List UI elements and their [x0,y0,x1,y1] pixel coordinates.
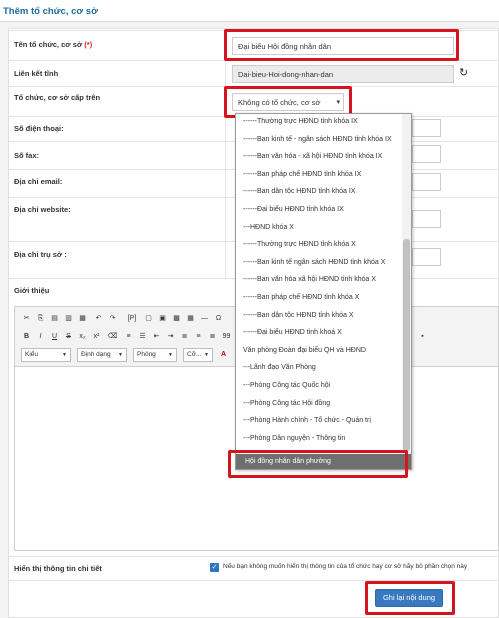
address-label: Địa chỉ trụ sở : [14,250,67,259]
dropdown-item[interactable]: ---HĐND khóa X [243,224,294,231]
dropdown-item[interactable]: ------Ban dân tộc HĐND tỉnh khóa X [243,312,353,319]
column-divider [225,30,226,278]
bullet-list-icon[interactable]: ☰ [137,331,148,342]
source-icon[interactable]: [P] [125,313,139,324]
dropdown-item[interactable]: Văn phòng Đoàn đại biểu QH và HĐND [243,347,366,354]
dropdown-item[interactable]: ------Ban pháp chế HĐND tỉnh khóa X [243,294,359,301]
undo-icon[interactable]: ↶ [93,313,104,324]
superscript-button[interactable]: x² [91,331,102,342]
dropdown-item[interactable]: ------Đại biểu HĐND tỉnh khoá X [243,329,342,336]
detail-checkbox[interactable]: ✓ [210,563,219,572]
dropdown-item[interactable]: ---Phòng Công tác Quốc hội [243,382,330,389]
hr-icon[interactable]: — [199,313,210,324]
special-char-icon[interactable]: Ω [213,313,224,324]
paste-word-icon[interactable]: ▦ [77,313,88,324]
media-icon[interactable]: ▩ [171,313,182,324]
dropdown-item[interactable]: ------Thường trực HĐND tỉnh khóa IX [243,118,358,125]
parent-label: Tổ chức, cơ sở cấp trên [14,93,101,102]
font-combo[interactable]: Phông ▼ [133,348,177,362]
highlight-selected [228,450,408,478]
phone-label: Số điện thoại: [14,124,64,133]
page-title: Thêm tổ chức, cơ sở [3,6,98,17]
dropdown-item[interactable]: ------Ban pháp chế HĐND tỉnh khóa IX [243,171,361,178]
detail-label: Hiển thị thông tin chi tiết [14,564,102,573]
align-center-icon[interactable]: ≡ [193,331,204,342]
dropdown-item[interactable]: ------Ban kinh tế ngân sách HĐND tỉnh kh… [243,259,385,266]
parent-dropdown-list[interactable]: Hội đồng nhân dân phường ------Thường tr… [235,113,412,470]
cut-icon[interactable]: ✂ [21,313,32,324]
subscript-button[interactable]: x₂ [77,331,88,342]
dropdown-item[interactable]: ------Đại biểu HĐND tỉnh khóa IX [243,206,344,213]
fax-input[interactable] [412,145,441,163]
maximize-icon[interactable]: ▪ [417,331,428,342]
outdent-icon[interactable]: ⇤ [151,331,162,342]
size-combo[interactable]: Cỡ... ▼ [183,348,213,362]
indent-icon[interactable]: ⇥ [165,331,176,342]
align-left-icon[interactable]: ≣ [179,331,190,342]
dropdown-item[interactable]: ---Lãnh đạo Văn Phòng [243,364,316,371]
dropdown-item[interactable]: ---Phòng Công tác Hội đồng [243,400,330,407]
align-right-icon[interactable]: ≣ [207,331,218,342]
dropdown-item[interactable]: ------Ban dân tộc HĐND tỉnh khóa IX [243,188,355,195]
underline-button[interactable]: U [49,331,60,342]
refresh-icon[interactable]: ↻ [459,68,468,79]
phone-input[interactable] [412,119,441,137]
highlight-save [365,581,455,615]
dropdown-scrollbar[interactable] [402,114,411,454]
format-combo[interactable]: Định dạng ▼ [77,348,127,362]
dropdown-item[interactable]: ------Ban văn hóa xã hội HĐND tỉnh khóa … [243,276,376,283]
paste-text-icon[interactable]: ▥ [63,313,74,324]
dropdown-item[interactable]: ------Thường trực HĐND tỉnh khóa X [243,241,356,248]
redo-icon[interactable]: ↷ [107,313,118,324]
font-color-button[interactable]: A [218,349,229,360]
dropdown-item[interactable]: ------Ban kinh tế - ngân sách HĐND tỉnh … [243,136,392,143]
bold-button[interactable]: B [21,331,32,342]
dropdown-scroll-thumb[interactable] [403,239,410,451]
dropdown-item[interactable]: ---Phòng Dân nguyện - Thông tin [243,435,345,442]
name-label: Tên tổ chức, cơ sở (*) [14,40,93,49]
highlight-name [224,29,459,61]
page-header: Thêm tổ chức, cơ sở [0,0,499,22]
paste-icon[interactable]: ▤ [49,313,60,324]
numbered-list-icon[interactable]: ≡ [123,331,134,342]
email-label: Địa chỉ email: [14,177,63,186]
website-input[interactable] [412,210,441,228]
strike-button[interactable]: S [63,331,74,342]
detail-checkbox-text: Nếu bạn không muốn hiển thị thông tin củ… [223,563,468,570]
fax-label: Số fax: [14,151,40,160]
address-input[interactable] [412,248,441,266]
link-input[interactable]: Dai-bieu-Hoi-dong-nhan-dan [232,65,454,83]
email-input[interactable] [412,173,441,191]
copy-icon[interactable]: ⎘ [35,313,46,324]
document-icon[interactable]: ▢ [143,313,154,324]
style-combo[interactable]: Kiểu ▼ [21,348,71,362]
quote-button[interactable]: 99 [221,331,232,342]
italic-button[interactable]: I [35,331,46,342]
remove-format-icon[interactable]: ⌫ [107,331,118,342]
website-label: Địa chỉ website: [14,205,71,214]
image-icon[interactable]: ▣ [157,313,168,324]
link-label: Liên kết tĩnh [14,69,59,78]
dropdown-item[interactable]: ------Ban văn hóa - xã hội HĐND tỉnh khó… [243,153,382,160]
intro-label: Giới thiệu [14,286,50,295]
table-icon[interactable]: ▦ [185,313,196,324]
dropdown-item[interactable]: ---Phòng Hành chính - Tổ chức - Quản trị [243,417,371,424]
